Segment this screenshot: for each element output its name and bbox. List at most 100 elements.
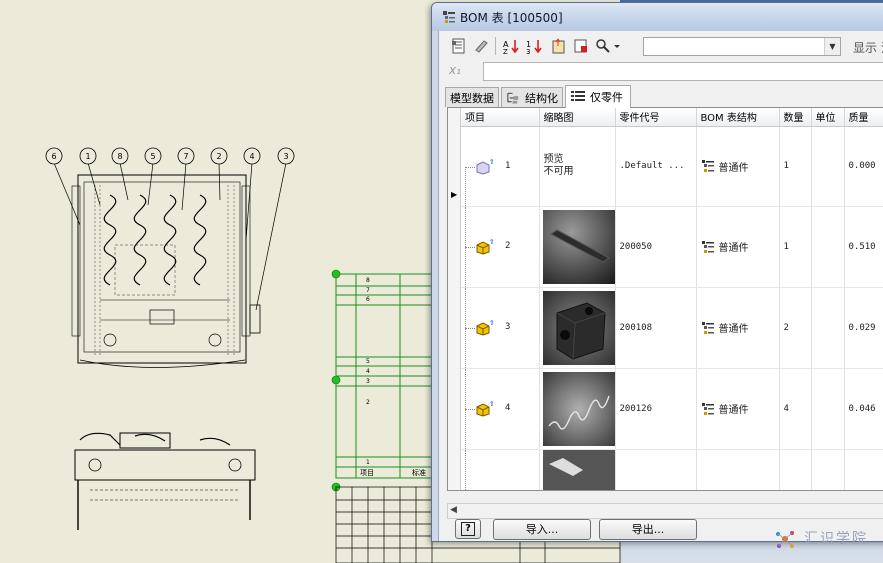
bom-dialog: BOM 表 [100500] AZ 13 ▼ 显示 x₁ 模型数据 结构化 仅零…	[431, 2, 883, 542]
mass-cell[interactable]: 0.046	[844, 368, 883, 450]
bom-structure-value: 普通件	[718, 324, 749, 335]
bom-structure-cell[interactable]	[696, 449, 780, 490]
parts-list-row-number: 2	[366, 399, 370, 406]
table-row[interactable]: ⇧ 1 预览 不可用 .Default ... 普通件 1 0.000	[461, 126, 883, 207]
column-header-unit[interactable]: 单位	[811, 108, 845, 127]
item-number: 1	[505, 160, 511, 171]
balloon-label: 5	[150, 152, 155, 161]
tab-label: 模型数据	[450, 91, 494, 105]
bom-structure-cell[interactable]: 普通件	[696, 206, 780, 288]
export-bom-icon[interactable]	[571, 36, 591, 56]
column-header-item[interactable]: 项目	[461, 108, 540, 127]
formula-input[interactable]	[483, 62, 883, 81]
bom-structure-cell[interactable]: 普通件	[696, 126, 780, 207]
column-header-quantity[interactable]: 数量	[779, 108, 812, 127]
column-header-thumbnail[interactable]: 缩略图	[539, 108, 616, 127]
tab-parts-only[interactable]: 仅零件	[565, 85, 631, 108]
watermark-logo-icon	[776, 531, 794, 548]
item-cell[interactable]: ⇧ 2	[461, 206, 540, 288]
part-number-cell[interactable]: 200126	[615, 368, 697, 450]
help-button[interactable]: ?	[455, 519, 481, 539]
unit-cell[interactable]	[811, 449, 845, 490]
svg-text:3: 3	[526, 48, 530, 54]
bom-structure-value: 普通件	[718, 162, 749, 174]
filter-dropdown[interactable]: ▼	[643, 37, 841, 56]
bom-structure-cell[interactable]: 普通件	[696, 368, 780, 450]
structured-tree-icon	[507, 92, 519, 104]
part-number-cell[interactable]: 200050	[615, 206, 697, 288]
item-number: 4	[505, 402, 511, 413]
renumber-icon[interactable]: 13	[525, 36, 545, 56]
part-number-cell[interactable]: 200108	[615, 287, 697, 369]
column-header-bom-structure[interactable]: BOM 表结构	[696, 108, 780, 127]
promote-arrow-icon: ⇧	[489, 317, 495, 328]
table-row[interactable]: ⇧ 3 200108 普通件 2 0.029	[461, 287, 883, 369]
seat-side-view	[74, 432, 256, 530]
mass-cell[interactable]: 0.000	[844, 126, 883, 207]
thumbnail-cell	[539, 287, 616, 369]
balloon-label: 2	[216, 152, 221, 161]
watermark: 汇识学院	[770, 524, 880, 554]
quantity-cell[interactable]: 1	[779, 206, 812, 288]
item-cell[interactable]	[461, 449, 540, 490]
column-header-part-number[interactable]: 零件代号	[615, 108, 697, 127]
mass-cell[interactable]	[844, 449, 883, 490]
parts-list-table	[335, 273, 433, 479]
tab-structured[interactable]: 结构化	[501, 87, 563, 107]
part-number-merge-icon[interactable]	[449, 36, 469, 56]
item-cell[interactable]: ⇧ 4	[461, 368, 540, 450]
balloon-leaders	[53, 162, 287, 311]
table-row[interactable]: ⇧ 4 200126 普通件 4 0.046	[461, 368, 883, 450]
unit-cell[interactable]	[811, 206, 845, 288]
wire-spring-thumbnail	[542, 371, 614, 446]
quantity-cell[interactable]	[779, 449, 812, 490]
item-cell[interactable]: ⇧ 1	[461, 126, 540, 207]
unit-cell[interactable]	[811, 368, 845, 450]
bom-structure-cell[interactable]: 普通件	[696, 287, 780, 369]
promote-arrow-icon: ⇧	[489, 398, 495, 409]
row-selector-column[interactable]	[448, 108, 461, 490]
balloon-label: 8	[117, 152, 122, 161]
balloon-label: 3	[283, 152, 288, 161]
normal-part-icon	[701, 160, 714, 172]
mass-cell[interactable]: 0.029	[844, 287, 883, 369]
item-cell[interactable]: ⇧ 3	[461, 287, 540, 369]
thumbnail-cell	[539, 368, 616, 450]
dialog-titlebar[interactable]: BOM 表 [100500]	[432, 3, 883, 31]
tab-label: 仅零件	[590, 91, 623, 104]
bom-grid: 项目 缩略图 零件代号 BOM 表结构 数量 单位 质量 ⇧ 1 预览 不可用 …	[447, 107, 883, 491]
table-row[interactable]	[461, 449, 883, 490]
tab-model-data[interactable]: 模型数据	[445, 87, 499, 107]
find-icon[interactable]	[593, 36, 623, 56]
part-number-cell[interactable]: .Default ...	[615, 126, 697, 207]
parts-list-row-number: 7	[366, 287, 370, 294]
formula-icon[interactable]: x₁	[449, 63, 471, 81]
quantity-cell[interactable]: 2	[779, 287, 812, 369]
chevron-down-icon[interactable]: ▼	[824, 38, 840, 55]
display-label[interactable]: 显示 法	[853, 39, 883, 56]
quantity-cell[interactable]: 1	[779, 126, 812, 207]
cube-block-thumbnail	[542, 290, 614, 365]
thumbnail-cell	[539, 206, 616, 288]
edit-icon[interactable]	[471, 36, 491, 56]
parts-list-header-cell: 项目	[360, 469, 374, 477]
quantity-cell[interactable]: 4	[779, 368, 812, 450]
partial-thumbnail	[542, 449, 614, 489]
view-options-icon[interactable]	[549, 36, 569, 56]
unit-cell[interactable]	[811, 287, 845, 369]
bom-structure-value: 普通件	[718, 405, 749, 416]
table-row[interactable]: ⇧ 2 200050 普通件 1 0.510	[461, 206, 883, 288]
unit-cell[interactable]	[811, 126, 845, 207]
balloon-label: 7	[183, 152, 188, 161]
normal-part-icon	[701, 402, 714, 415]
part-number-cell[interactable]	[615, 449, 697, 490]
mass-cell[interactable]: 0.510	[844, 206, 883, 288]
watermark-text: 汇识学院	[804, 531, 868, 547]
import-button[interactable]: 导入...	[493, 519, 591, 540]
dialog-title: BOM 表 [100500]	[460, 11, 563, 25]
item-number: 2	[505, 240, 511, 251]
sort-ascending-icon[interactable]: AZ	[501, 36, 521, 56]
export-button[interactable]: 导出...	[599, 519, 697, 540]
column-header-mass[interactable]: 质量	[844, 108, 883, 127]
item-number: 3	[505, 321, 511, 332]
